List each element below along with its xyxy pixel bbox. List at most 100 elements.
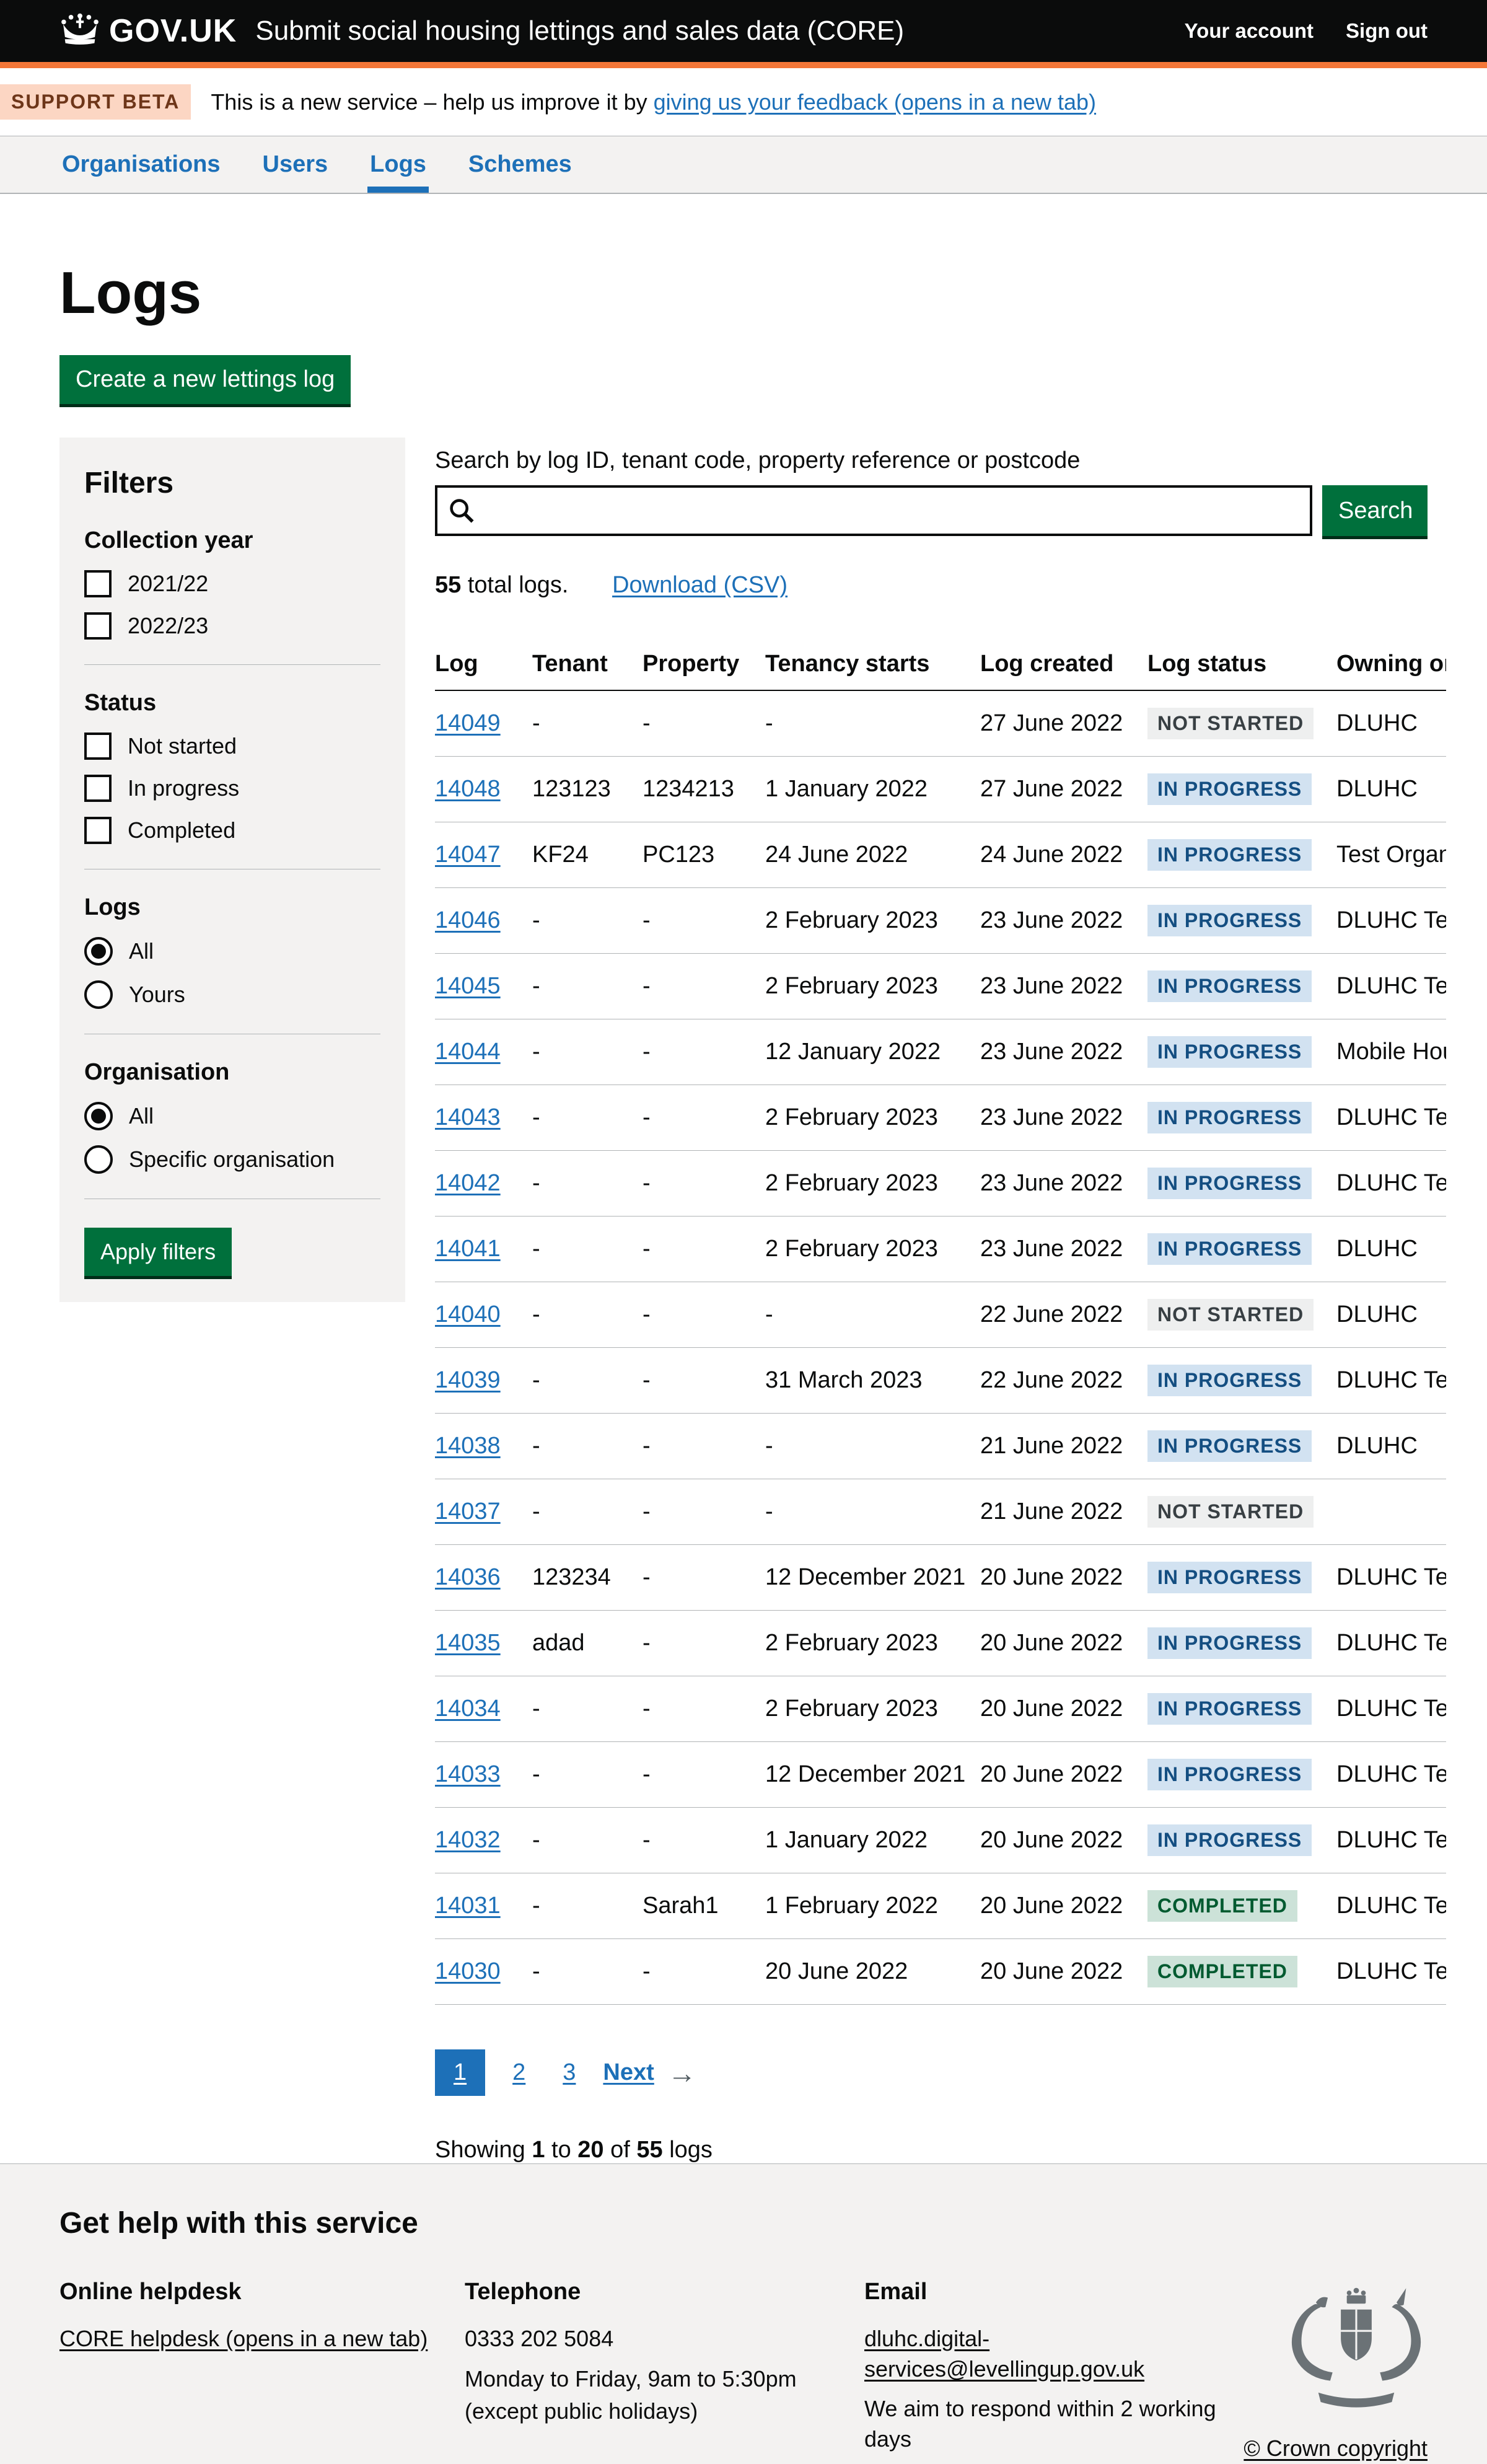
your-account-link[interactable]: Your account: [1185, 19, 1314, 43]
cell-property: -: [643, 1808, 765, 1873]
checkbox-icon[interactable]: [84, 775, 112, 802]
nav-tab-logs[interactable]: Logs: [367, 136, 429, 193]
cell-log-created: 24 June 2022: [980, 822, 1147, 888]
arrow-right-icon: →: [668, 2056, 696, 2090]
checkbox-2021-22[interactable]: 2021/22: [84, 570, 380, 597]
radio-specific-organisation[interactable]: Specific organisation: [84, 1145, 380, 1174]
log-link[interactable]: 14033: [435, 1761, 501, 1787]
cell-owning-organisation: DLUHC Tes: [1336, 1676, 1446, 1742]
cell-tenancy-starts: 2 February 2023: [765, 1611, 980, 1676]
radio-all[interactable]: All: [84, 1102, 380, 1130]
phase-banner: SUPPORT BETA This is a new service – hel…: [0, 68, 1487, 136]
showing-to-word: to: [545, 2137, 577, 2163]
filter-group-organisation: Organisation All Specific organisation: [84, 1059, 380, 1174]
cell-tenancy-starts: 31 March 2023: [765, 1348, 980, 1414]
checkbox-icon[interactable]: [84, 612, 112, 640]
log-link[interactable]: 14040: [435, 1301, 501, 1327]
cell-property: -: [643, 690, 765, 757]
checkbox-2022-23[interactable]: 2022/23: [84, 612, 380, 640]
radio-all[interactable]: All: [84, 937, 380, 966]
table-row: 14043--2 February 202323 June 2022IN PRO…: [435, 1085, 1446, 1151]
nav-tab-users[interactable]: Users: [260, 136, 331, 193]
status-badge: IN PROGRESS: [1147, 1562, 1312, 1593]
log-link[interactable]: 14047: [435, 842, 501, 868]
option-label: All: [129, 938, 154, 964]
radio-icon[interactable]: [84, 937, 113, 966]
log-link[interactable]: 14035: [435, 1630, 501, 1656]
filter-group-label: Organisation: [84, 1059, 380, 1086]
total-logs-text: total logs.: [461, 572, 568, 598]
option-label: Specific organisation: [129, 1146, 335, 1173]
cell-property: 1234213: [643, 757, 765, 822]
log-link[interactable]: 14036: [435, 1564, 501, 1590]
pagination-page-2[interactable]: 2: [502, 2049, 535, 2096]
log-link[interactable]: 14034: [435, 1696, 501, 1722]
search-input[interactable]: [435, 485, 1312, 536]
checkbox-completed[interactable]: Completed: [84, 817, 380, 844]
search-button[interactable]: Search: [1322, 485, 1428, 536]
radio-icon[interactable]: [84, 1145, 113, 1174]
nav-tab-organisations[interactable]: Organisations: [59, 136, 223, 193]
log-link[interactable]: 14048: [435, 776, 501, 802]
checkbox-icon[interactable]: [84, 733, 112, 760]
cell-log-created: 20 June 2022: [980, 1676, 1147, 1742]
log-link[interactable]: 14044: [435, 1039, 501, 1065]
primary-navigation: Organisations Users Logs Schemes: [0, 136, 1487, 194]
cell-log-created: 22 June 2022: [980, 1348, 1147, 1414]
cell-log-created: 23 June 2022: [980, 954, 1147, 1019]
table-header-row: LogTenantPropertyTenancy startsLog creat…: [435, 640, 1446, 690]
core-helpdesk-link[interactable]: CORE helpdesk (opens in a new tab): [59, 2326, 428, 2351]
crown-copyright-link[interactable]: © Crown copyright: [1244, 2435, 1428, 2462]
log-link[interactable]: 14032: [435, 1827, 501, 1853]
feedback-link[interactable]: giving us your feedback (opens in a new …: [654, 89, 1096, 115]
nav-tab-schemes[interactable]: Schemes: [466, 136, 574, 193]
cell-tenant: -: [532, 1348, 643, 1414]
cell-owning-organisation: DLUHC Tes: [1336, 1348, 1446, 1414]
search-label: Search by log ID, tenant code, property …: [435, 447, 1446, 474]
service-name[interactable]: Submit social housing lettings and sales…: [255, 15, 904, 46]
create-lettings-log-button[interactable]: Create a new lettings log: [59, 355, 351, 404]
cell-property: -: [643, 1939, 765, 2005]
log-link[interactable]: 14046: [435, 907, 501, 933]
cell-owning-organisation: DLUHC Tes: [1336, 1611, 1446, 1676]
radio-icon[interactable]: [84, 980, 113, 1009]
log-link[interactable]: 14043: [435, 1104, 501, 1130]
govuk-logo[interactable]: GOV.UK: [59, 12, 237, 50]
radio-icon[interactable]: [84, 1102, 113, 1130]
crown-icon: [59, 13, 100, 50]
status-badge: COMPLETED: [1147, 1956, 1297, 1987]
cell-property: -: [643, 1742, 765, 1808]
log-link[interactable]: 14037: [435, 1498, 501, 1525]
cell-property: -: [643, 1611, 765, 1676]
radio-yours[interactable]: Yours: [84, 980, 380, 1009]
checkbox-in-progress[interactable]: In progress: [84, 775, 380, 802]
option-label: Not started: [128, 733, 237, 759]
cell-owning-organisation: DLUHC Tes: [1336, 888, 1446, 954]
log-link[interactable]: 14039: [435, 1367, 501, 1393]
pagination-next-link[interactable]: Next: [603, 2059, 654, 2086]
log-link[interactable]: 14042: [435, 1170, 501, 1196]
download-csv-link[interactable]: Download (CSV): [612, 572, 787, 598]
cell-log-created: 21 June 2022: [980, 1479, 1147, 1545]
log-link[interactable]: 14031: [435, 1893, 501, 1919]
cell-log-status: IN PROGRESS: [1147, 822, 1336, 888]
log-link[interactable]: 14049: [435, 710, 501, 736]
log-link[interactable]: 14030: [435, 1958, 501, 1984]
email-link[interactable]: dluhc.digital-services@levellingup.gov.u…: [864, 2326, 1144, 2382]
checkbox-not-started[interactable]: Not started: [84, 733, 380, 760]
log-link[interactable]: 14041: [435, 1236, 501, 1262]
apply-filters-button[interactable]: Apply filters: [84, 1228, 232, 1276]
govuk-header: GOV.UK Submit social housing lettings an…: [0, 0, 1487, 68]
table-row: 14047KF24PC12324 June 202224 June 2022IN…: [435, 822, 1446, 888]
status-badge: IN PROGRESS: [1147, 1430, 1312, 1462]
log-link[interactable]: 14045: [435, 973, 501, 999]
option-label: In progress: [128, 775, 239, 801]
checkbox-icon[interactable]: [84, 817, 112, 844]
pagination-page-1[interactable]: 1: [435, 2049, 485, 2096]
pagination-page-3[interactable]: 3: [553, 2049, 586, 2096]
sign-out-link[interactable]: Sign out: [1346, 19, 1428, 43]
checkbox-icon[interactable]: [84, 570, 112, 597]
cell-log-created: 20 June 2022: [980, 1808, 1147, 1873]
log-link[interactable]: 14038: [435, 1433, 501, 1459]
cell-log-status: IN PROGRESS: [1147, 1676, 1336, 1742]
